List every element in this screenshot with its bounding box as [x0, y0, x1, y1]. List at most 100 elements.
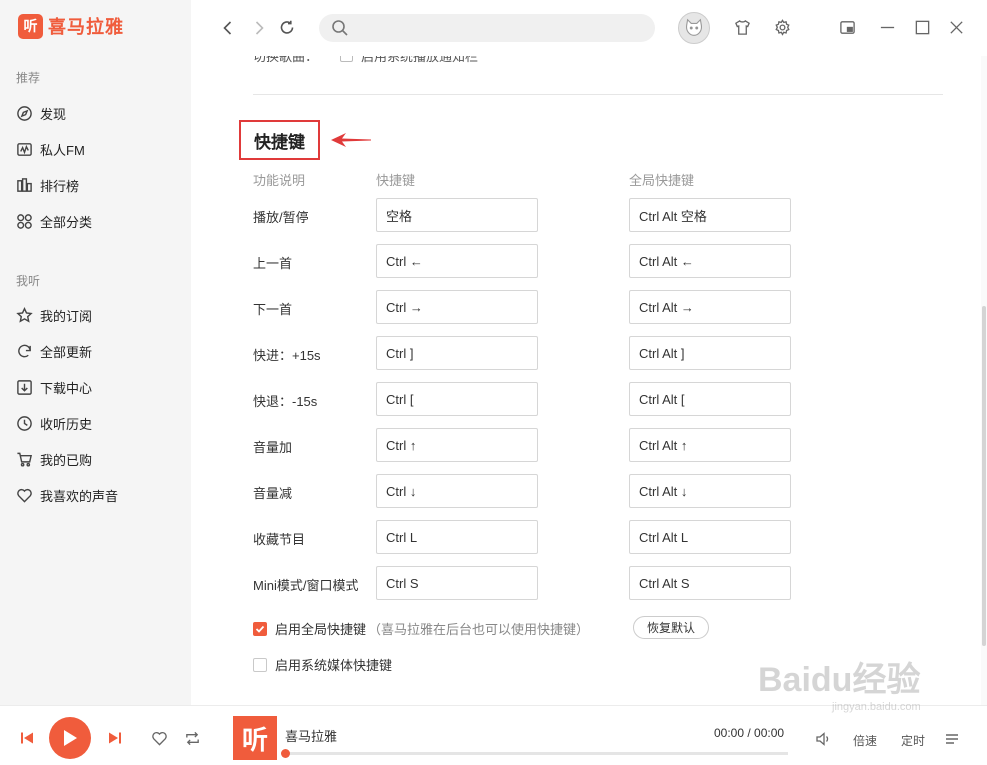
shortcut-key-field[interactable]: Ctrl ↓	[376, 474, 538, 508]
play-button[interactable]	[49, 717, 91, 759]
divider	[253, 94, 943, 95]
forward-button[interactable]	[249, 18, 269, 38]
close-icon	[949, 20, 963, 34]
global-shortcut-checkbox[interactable]	[253, 621, 267, 636]
sidebar-item-label: 私人FM	[40, 142, 85, 158]
loop-button[interactable]	[182, 728, 202, 748]
download-icon	[17, 379, 32, 395]
app-logo[interactable]: 听 喜马拉雅	[18, 13, 124, 39]
shortcut-key-field[interactable]: Ctrl S	[376, 566, 538, 600]
shortcut-key-field[interactable]: Ctrl ←	[376, 244, 538, 278]
track-cover[interactable]: 听	[233, 716, 277, 760]
star-icon	[16, 306, 33, 323]
sidebar-item-label: 下载中心	[40, 380, 93, 396]
sidebar-item-categories[interactable]: 全部分类	[16, 211, 92, 231]
mini-mode-icon	[839, 20, 855, 34]
notification-checkbox[interactable]	[340, 56, 354, 62]
cat-avatar-icon	[685, 18, 703, 36]
global-shortcut-hint: （喜马拉雅在后台也可以使用快捷键）	[368, 622, 590, 637]
shortcut-row-label: 快退：-15s	[253, 394, 318, 409]
global-shortcut-key-field[interactable]: Ctrl Alt →	[629, 290, 791, 324]
settings-button[interactable]	[772, 17, 792, 37]
track-title[interactable]: 喜马拉雅	[285, 726, 337, 745]
close-button[interactable]	[946, 17, 966, 37]
sidebar-item-history[interactable]: 收听历史	[16, 413, 92, 433]
forward-icon	[255, 21, 264, 35]
timer-button[interactable]: 定时	[901, 732, 925, 749]
progress-handle[interactable]	[281, 749, 290, 758]
global-shortcut-option[interactable]: 启用全局快捷键 （喜马拉雅在后台也可以使用快捷键）	[253, 619, 589, 638]
like-button[interactable]	[149, 728, 169, 748]
sidebar-item-fm[interactable]: 私人FM	[16, 139, 85, 159]
sidebar-item-label: 全部更新	[40, 344, 93, 360]
sidebar-item-updates[interactable]: 全部更新	[16, 341, 92, 361]
time-display: 00:00 / 00:00	[714, 726, 784, 740]
checkmark-icon	[255, 625, 265, 633]
reload-button[interactable]	[277, 18, 297, 38]
radio-icon	[17, 142, 32, 156]
settings-content: 切换歌曲： 启用系统播放通知栏 快捷键 功能说明 快捷键 全局快捷键 播放/暂停…	[191, 56, 987, 705]
search-input[interactable]	[319, 14, 655, 42]
progress-bar[interactable]	[281, 749, 788, 758]
skin-button[interactable]	[732, 17, 752, 37]
sidebar-item-label: 全部分类	[40, 214, 93, 230]
media-keys-option[interactable]: 启用系统媒体快捷键	[253, 655, 392, 674]
sidebar-item-subscriptions[interactable]: 我的订阅	[16, 305, 92, 325]
play-icon	[64, 730, 77, 746]
back-icon	[223, 21, 232, 35]
sidebar-item-liked[interactable]: 我喜欢的声音	[16, 485, 118, 505]
cut-row-option: 启用系统播放通知栏	[361, 56, 479, 64]
playlist-button[interactable]	[943, 730, 961, 748]
shortcut-key-field[interactable]: 空格	[376, 198, 538, 232]
loop-icon	[185, 731, 199, 745]
grid-icon	[17, 213, 32, 229]
global-shortcut-key-field[interactable]: Ctrl Alt S	[629, 566, 791, 600]
sidebar-item-label: 发现	[40, 106, 67, 122]
section-mine: 我听	[16, 274, 41, 288]
sidebar-item-discover[interactable]: 发现	[16, 103, 66, 123]
shortcut-key-field[interactable]: Ctrl L	[376, 520, 538, 554]
prev-button[interactable]	[18, 729, 36, 747]
shortcut-row-label: 音量减	[253, 486, 293, 501]
speed-button[interactable]: 倍速	[853, 732, 877, 749]
shortcut-row-label: 音量加	[253, 440, 293, 455]
watermark-url: jingyan.baidu.com	[831, 701, 921, 713]
time-current: 00:00	[714, 726, 745, 740]
cart-icon	[17, 452, 33, 467]
back-button[interactable]	[218, 18, 238, 38]
sidebar: 听 喜马拉雅 推荐 发现 私人FM 排行榜 全部分类 我听 我的订阅 全部更新 …	[0, 0, 191, 705]
media-keys-checkbox[interactable]	[253, 657, 267, 672]
shortcut-key-field[interactable]: Ctrl →	[376, 290, 538, 324]
minimize-button[interactable]	[877, 17, 897, 37]
heart-icon	[17, 488, 32, 503]
sidebar-item-ranking[interactable]: 排行榜	[16, 175, 79, 195]
shortcut-section-title: 快捷键	[239, 120, 320, 160]
global-shortcut-key-field[interactable]: Ctrl Alt ←	[629, 244, 791, 278]
arrow-annotation-icon	[331, 133, 371, 147]
global-shortcut-key-field[interactable]: Ctrl Alt [	[629, 382, 791, 416]
reset-default-button[interactable]: 恢复默认	[633, 616, 709, 639]
section-recommend: 推荐	[16, 71, 41, 85]
playlist-icon	[946, 734, 958, 744]
refresh-icon	[18, 344, 31, 357]
shortcut-key-field[interactable]: Ctrl ↑	[376, 428, 538, 462]
global-shortcut-key-field[interactable]: Ctrl Alt 空格	[629, 198, 791, 232]
maximize-button[interactable]	[912, 17, 932, 37]
global-shortcut-key-field[interactable]: Ctrl Alt ↓	[629, 474, 791, 508]
shortcut-key-field[interactable]: Ctrl ]	[376, 336, 538, 370]
mini-mode-button[interactable]	[837, 17, 857, 37]
logo-text: 喜马拉雅	[48, 17, 124, 37]
scrollbar[interactable]	[981, 56, 987, 705]
sidebar-item-downloads[interactable]: 下载中心	[16, 377, 92, 397]
gear-icon	[774, 18, 790, 36]
sidebar-item-label: 我的已购	[40, 452, 93, 468]
global-shortcut-key-field[interactable]: Ctrl Alt ↑	[629, 428, 791, 462]
global-shortcut-key-field[interactable]: Ctrl Alt L	[629, 520, 791, 554]
volume-button[interactable]	[814, 730, 832, 748]
logo-badge: 听	[18, 13, 43, 39]
next-button[interactable]	[106, 729, 124, 747]
avatar[interactable]	[678, 12, 710, 44]
global-shortcut-key-field[interactable]: Ctrl Alt ]	[629, 336, 791, 370]
shortcut-key-field[interactable]: Ctrl [	[376, 382, 538, 416]
sidebar-item-purchased[interactable]: 我的已购	[16, 449, 92, 469]
